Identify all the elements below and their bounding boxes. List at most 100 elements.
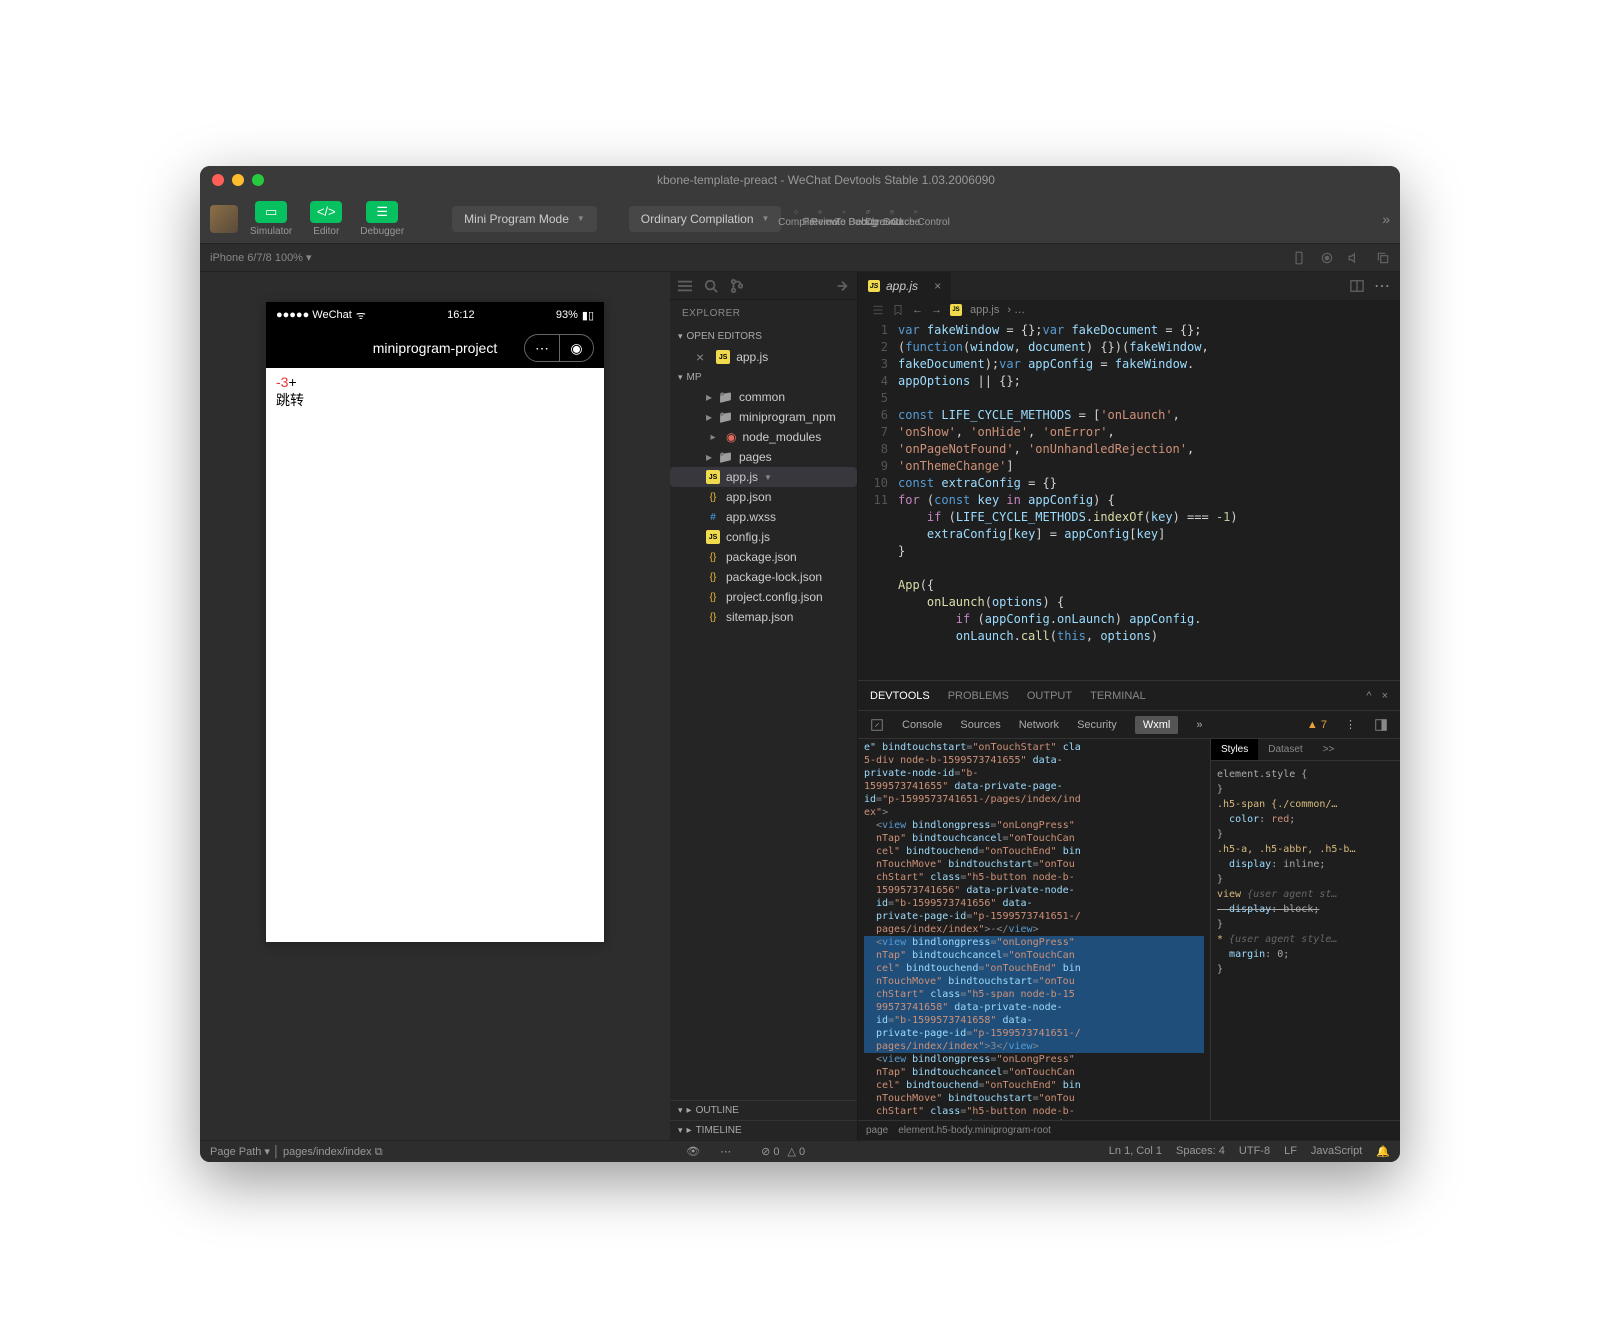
more-icon[interactable]: » [1382,211,1390,227]
more-tab-icon[interactable]: ⋯ [1374,276,1390,296]
editor-column: JSapp.js× ⋯ ← → JS app.js › … 1234567891… [858,272,1400,1140]
chevron-up-icon[interactable]: ^ [1366,690,1371,702]
explorer-header: EXPLORER [670,300,857,327]
battery-icon: ▮▯ [582,309,594,322]
maximize-window[interactable] [252,174,264,186]
editor-tabs: JSapp.js× ⋯ [858,272,1400,300]
editor-tab[interactable]: JSapp.js× [858,272,951,300]
more-icon[interactable]: » [1196,719,1202,731]
avatar[interactable] [210,205,238,233]
capsule-close[interactable]: ◉ [559,335,593,361]
dock-icon[interactable] [1374,718,1388,732]
tab-terminal[interactable]: TERMINAL [1090,690,1146,702]
tab-more[interactable]: >> [1313,739,1345,760]
nav-fwd[interactable]: → [931,304,942,316]
project-root[interactable]: MP [670,368,857,387]
tree-item-config-js[interactable]: JSconfig.js [670,527,857,547]
device-select[interactable]: iPhone 6/7/8 100% ▾ [210,251,312,264]
tree-item-miniprogram_npm[interactable]: ▸📁miniprogram_npm [670,407,857,427]
open-editor-item[interactable]: × JSapp.js [670,346,857,368]
tree-item-project-config-json[interactable]: {}project.config.json [670,587,857,607]
inspect-icon[interactable] [870,718,884,732]
tree-item-package-json[interactable]: {}package.json [670,547,857,567]
copy-icon[interactable] [1376,251,1390,265]
bookmark-icon[interactable] [892,304,904,316]
collapse-icon[interactable] [835,279,849,293]
warning-badge[interactable]: ▲ 7 [1307,719,1327,731]
styles-rules[interactable]: element.style { } .h5-span {./common/… c… [1211,761,1400,1120]
source-control-button[interactable]: Source Control [907,210,925,228]
phone-navbar: miniprogram-project ⋯ ◉ [266,328,604,368]
breadcrumb: ← → JS app.js › … [858,300,1400,320]
mute-icon[interactable] [1348,251,1362,265]
code-editor[interactable]: 1234567891011 var fakeWindow = {};var fa… [858,320,1400,680]
plus-button[interactable]: + [288,374,296,390]
tab-wxml[interactable]: Wxml [1135,716,1179,734]
close-window[interactable] [212,174,224,186]
mode-select[interactable]: Mini Program Mode [452,206,597,232]
tab-console[interactable]: Console [902,719,942,731]
simulator-button[interactable]: ▭Simulator [244,201,298,237]
devtools-tabs: DEVTOOLS PROBLEMS OUTPUT TERMINAL ^ × [858,681,1400,711]
tab-styles[interactable]: Styles [1211,739,1258,760]
cursor-pos[interactable]: Ln 1, Col 1 [1109,1145,1162,1158]
indent-setting[interactable]: Spaces: 4 [1176,1145,1225,1158]
close-icon[interactable]: × [1382,690,1388,702]
main-toolbar: ▭Simulator </>Editor ☰Debugger Mini Prog… [200,194,1400,244]
wifi-icon: ᯤ [356,308,366,323]
tab-problems[interactable]: PROBLEMS [948,690,1009,702]
list-icon[interactable] [678,279,692,293]
counter-value: -3 [276,374,288,390]
carrier-label: ●●●●● WeChat [276,309,352,321]
open-editors-section[interactable]: OPEN EDITORS [670,327,857,346]
tab-devtools[interactable]: DEVTOOLS [870,690,930,702]
kebab-icon[interactable]: ⋮ [1345,718,1356,731]
tree-item-package-lock-json[interactable]: {}package-lock.json [670,567,857,587]
capsule-menu[interactable]: ⋯ [525,335,559,361]
explorer-panel: EXPLORER OPEN EDITORS × JSapp.js MP ▸📁co… [670,272,858,1140]
tab-dataset[interactable]: Dataset [1258,739,1312,760]
record-icon[interactable] [1320,251,1334,265]
tree-item-app-json[interactable]: {}app.json [670,487,857,507]
phone-content[interactable]: -3+ 跳转 [266,368,604,942]
tree-item-app-js[interactable]: JSapp.js [670,467,857,487]
main-area: ●●●●● WeChat ᯤ 16:12 93% ▮▯ miniprogram-… [200,272,1400,1140]
outline-section[interactable]: ▸ OUTLINE [670,1100,857,1120]
error-count[interactable]: ⊘ 0 [761,1145,779,1158]
app-title: miniprogram-project [373,340,497,356]
debugger-button[interactable]: ☰Debugger [354,201,410,237]
wxml-tree[interactable]: e" bindtouchstart="onTouchStart" cla5-di… [858,739,1210,1120]
jump-link[interactable]: 跳转 [276,390,594,410]
branch-icon[interactable] [730,279,744,293]
nav-back[interactable]: ← [912,304,923,316]
editor-button[interactable]: </>Editor [304,201,348,237]
phone-time: 16:12 [366,309,556,321]
tab-network[interactable]: Network [1019,719,1059,731]
devtools-footer: page element.h5-body.miniprogram-root [858,1120,1400,1140]
tab-output[interactable]: OUTPUT [1027,690,1072,702]
minimize-window[interactable] [232,174,244,186]
split-icon[interactable] [1350,279,1364,293]
tab-security[interactable]: Security [1077,719,1117,731]
tree-item-node_modules[interactable]: ▸◉node_modules [670,427,857,447]
tab-sources[interactable]: Sources [960,719,1000,731]
encoding[interactable]: UTF-8 [1239,1145,1270,1158]
list-icon[interactable] [872,304,884,316]
tree-item-app-wxss[interactable]: #app.wxss [670,507,857,527]
compile-select[interactable]: Ordinary Compilation [629,206,782,232]
timeline-section[interactable]: ▸ TIMELINE [670,1120,857,1140]
tree-item-common[interactable]: ▸📁common [670,387,857,407]
tree-item-sitemap-json[interactable]: {}sitemap.json [670,607,857,627]
eye-icon[interactable]: 👁 [686,1145,700,1158]
device-icon[interactable] [1292,251,1306,265]
bell-icon[interactable]: 🔔 [1376,1145,1390,1158]
tree-item-pages[interactable]: ▸📁pages [670,447,857,467]
eol[interactable]: LF [1284,1145,1297,1158]
page-path-label[interactable]: Page Path ▾ │ pages/index/index ⧉ [210,1145,383,1159]
breadcrumb-file[interactable]: app.js [970,304,999,316]
battery-label: 93% [556,309,578,321]
language[interactable]: JavaScript [1311,1145,1362,1158]
more-icon[interactable]: ⋯ [720,1145,731,1158]
warn-count[interactable]: △ 0 [788,1145,806,1158]
search-icon[interactable] [704,279,718,293]
